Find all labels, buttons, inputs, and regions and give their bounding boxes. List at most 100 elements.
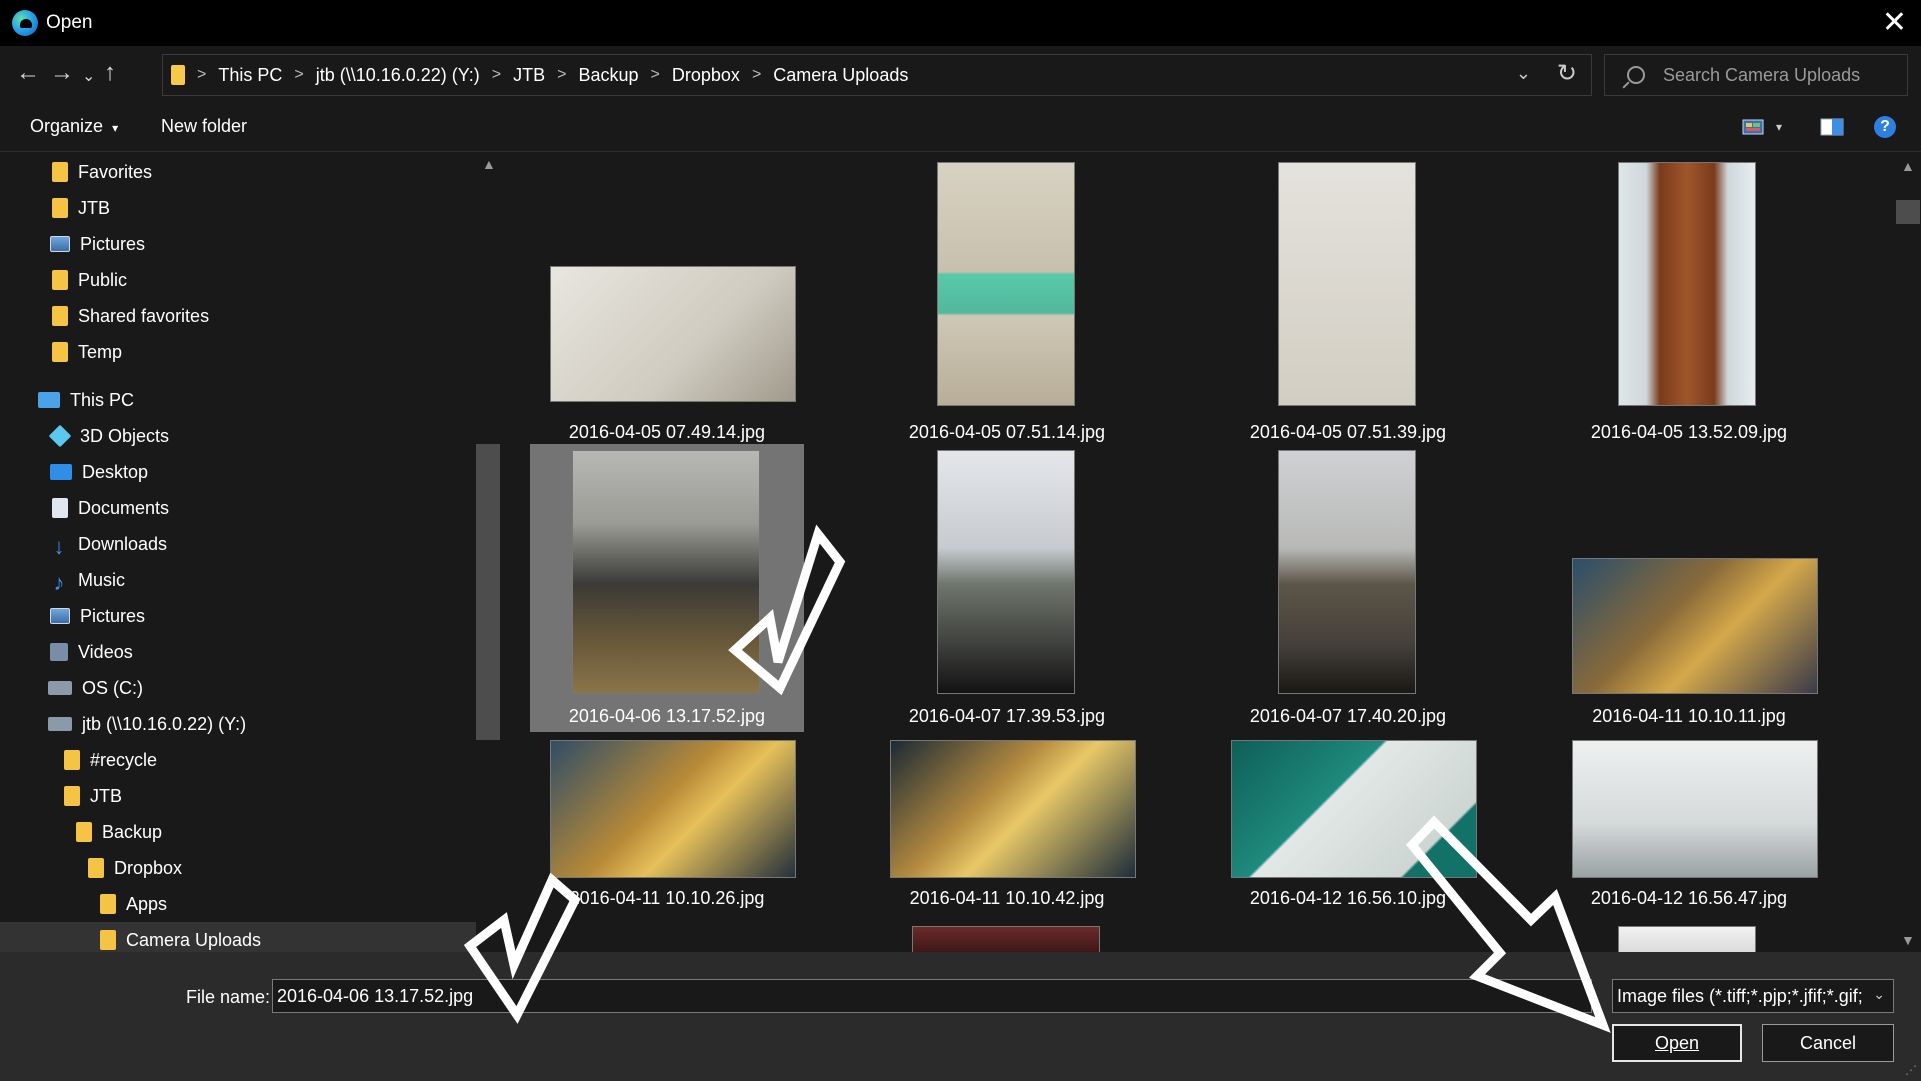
refresh-icon[interactable]: ↻ — [1557, 59, 1577, 88]
file-name: 2016-04-05 13.52.09.jpg — [1590, 422, 1788, 442]
sidebar-item-label: Desktop — [82, 461, 149, 482]
sidebar-item-label: jtb (\\10.16.0.22) (Y:) — [82, 713, 247, 734]
folder-icon — [52, 270, 68, 290]
search-box[interactable] — [1604, 54, 1908, 96]
file-thumbnail[interactable] — [912, 926, 1100, 952]
breadcrumb-separator: > — [197, 66, 207, 83]
sidebar-item-this-pc[interactable]: This PC — [38, 382, 134, 418]
folder-icon — [52, 306, 68, 326]
file-thumbnail — [1231, 740, 1477, 878]
close-icon[interactable]: ✕ — [1882, 6, 1907, 40]
sidebar-item-pictures[interactable]: Pictures — [50, 226, 145, 262]
sidebar-scrollbar-thumb[interactable] — [476, 444, 500, 740]
back-arrow-icon[interactable]: ← — [16, 58, 40, 88]
breadcrumb-backup[interactable]: Backup — [579, 65, 639, 86]
file-name: 2016-04-07 17.39.53.jpg — [908, 706, 1106, 726]
search-icon — [1627, 66, 1645, 84]
sidebar-item-public[interactable]: Public — [52, 262, 127, 298]
folder-icon — [76, 822, 92, 842]
search-input[interactable] — [1663, 64, 1903, 86]
open-button-label: Open — [1654, 1032, 1700, 1053]
sidebar-item-label: Videos — [78, 641, 133, 662]
sidebar-item-3d-objects[interactable]: 3D Objects — [48, 418, 170, 454]
edge-browser-icon — [12, 10, 38, 36]
folder-icon — [52, 342, 68, 362]
file-item[interactable]: 2016-04-11 10.10.26.jpg — [530, 740, 804, 930]
sidebar-item-recycle[interactable]: #recycle — [64, 742, 157, 778]
address-dropdown-icon[interactable]: ⌄ — [1516, 63, 1531, 84]
breadcrumb-separator: > — [294, 66, 304, 83]
sidebar-item-dropbox[interactable]: Dropbox — [88, 850, 182, 886]
change-view-icon[interactable] — [1742, 118, 1764, 141]
breadcrumb-this-pc[interactable]: This PC — [218, 65, 282, 86]
file-item[interactable]: 2016-04-11 10.10.42.jpg — [870, 740, 1144, 930]
file-name-input[interactable] — [272, 979, 1592, 1013]
scroll-up-arrow-icon[interactable]: ▲ — [1901, 158, 1915, 174]
sidebar-item-network-drive[interactable]: jtb (\\10.16.0.22) (Y:) — [48, 706, 246, 742]
help-icon[interactable]: ? — [1874, 116, 1896, 138]
sidebar-item-backup[interactable]: Backup — [76, 814, 162, 850]
new-folder-button[interactable]: New folder — [161, 116, 247, 137]
file-item[interactable]: 2016-04-05 07.51.14.jpg — [870, 160, 1144, 442]
file-type-select[interactable]: Image files (*.tiff;*.pjp;*.jfif;*.gif; … — [1612, 979, 1894, 1013]
sidebar-item-label: JTB — [90, 785, 123, 806]
up-arrow-icon[interactable]: ↑ — [104, 58, 116, 88]
file-thumbnail — [937, 162, 1075, 406]
folder-icon — [64, 750, 80, 770]
content-scrollbar-thumb[interactable] — [1896, 200, 1920, 224]
breadcrumb-separator: > — [751, 66, 762, 83]
view-options-dropdown-icon[interactable]: ▾ — [1776, 120, 1782, 134]
resize-grip-icon[interactable]: ⋰ — [1905, 1063, 1917, 1077]
organize-label: Organize — [30, 116, 104, 136]
breadcrumb-network-drive[interactable]: jtb (\\10.16.0.22) (Y:) — [316, 65, 480, 86]
sidebar-item-favorites[interactable]: Favorites — [52, 154, 152, 190]
sidebar-item-videos[interactable]: Videos — [50, 634, 133, 670]
sidebar-item-music[interactable]: ♪ Music — [50, 562, 126, 598]
file-item[interactable]: 2016-04-06 13.17.52.jpg — [530, 444, 804, 732]
address-bar[interactable]: > This PC > jtb (\\10.16.0.22) (Y:) > JT… — [162, 54, 1592, 96]
folder-icon — [64, 786, 80, 806]
sidebar-item-label: Apps — [126, 893, 168, 914]
file-item[interactable]: 2016-04-07 17.40.20.jpg — [1211, 444, 1485, 732]
open-button[interactable]: Open — [1612, 1024, 1742, 1062]
sidebar-item-pictures-pc[interactable]: Pictures — [50, 598, 145, 634]
file-item[interactable]: 2016-04-07 17.39.53.jpg — [870, 444, 1144, 732]
sidebar-item-documents[interactable]: Documents — [52, 490, 169, 526]
sidebar-item-label: 3D Objects — [80, 425, 170, 446]
breadcrumb-dropbox[interactable]: Dropbox — [672, 65, 740, 86]
sidebar-item-temp[interactable]: Temp — [52, 334, 122, 370]
cancel-button[interactable]: Cancel — [1762, 1024, 1894, 1062]
file-item[interactable]: 2016-04-05 07.51.39.jpg — [1211, 160, 1485, 442]
sidebar-item-label: Camera Uploads — [126, 929, 262, 950]
folder-icon — [100, 930, 116, 950]
file-item[interactable]: 2016-04-12 16.56.10.jpg — [1211, 740, 1485, 930]
desktop-icon — [50, 464, 72, 480]
scroll-down-arrow-icon[interactable]: ▼ — [1901, 932, 1915, 948]
command-bar: Organize ▾ New folder ▾ ? — [0, 102, 1921, 152]
sidebar-item-jtb[interactable]: JTB — [52, 190, 110, 226]
file-thumbnail — [890, 740, 1136, 878]
sidebar-item-os-drive[interactable]: OS (C:) — [48, 670, 143, 706]
forward-arrow-icon[interactable]: → — [50, 58, 74, 88]
organize-button[interactable]: Organize ▾ — [30, 116, 118, 137]
sidebar-item-label: Backup — [102, 821, 163, 842]
sidebar-item-shared-favorites[interactable]: Shared favorites — [52, 298, 209, 334]
sidebar-item-desktop[interactable]: Desktop — [50, 454, 148, 490]
file-name: 2016-04-07 17.40.20.jpg — [1249, 706, 1447, 726]
sidebar-item-jtb-folder[interactable]: JTB — [64, 778, 122, 814]
file-item[interactable]: 2016-04-11 10.10.11.jpg — [1552, 444, 1826, 732]
content-scrollbar[interactable] — [1896, 152, 1920, 952]
preview-pane-icon[interactable] — [1820, 118, 1844, 141]
file-item[interactable]: 2016-04-12 16.56.47.jpg — [1552, 740, 1826, 930]
sidebar-item-downloads[interactable]: ↓ Downloads — [50, 526, 168, 562]
sidebar-item-label: Documents — [78, 497, 170, 518]
file-name: 2016-04-05 07.49.14.jpg — [568, 422, 766, 442]
breadcrumb-camera-uploads[interactable]: Camera Uploads — [773, 65, 908, 86]
file-item[interactable]: 2016-04-05 13.52.09.jpg — [1552, 160, 1826, 442]
file-item[interactable]: 2016-04-05 07.49.14.jpg — [530, 160, 804, 442]
recent-locations-chevron-icon[interactable]: ⌄ — [82, 62, 95, 92]
scroll-up-arrow-icon[interactable]: ▲ — [482, 156, 496, 172]
breadcrumb-jtb[interactable]: JTB — [513, 65, 545, 86]
sidebar-item-apps[interactable]: Apps — [100, 886, 167, 922]
file-thumbnail[interactable] — [1618, 926, 1756, 952]
